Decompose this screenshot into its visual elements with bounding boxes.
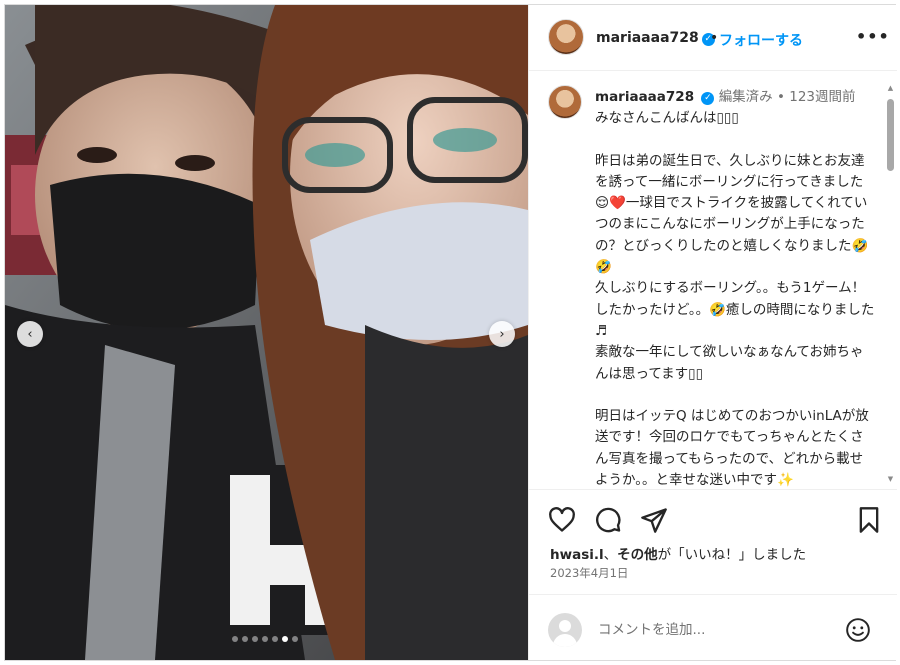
comment-input[interactable] xyxy=(598,622,828,638)
separator: • xyxy=(710,30,719,46)
carousel-dot xyxy=(262,636,268,642)
post-date[interactable]: 2023年4月1日 xyxy=(550,565,628,581)
scroll-up-icon[interactable]: ▲ xyxy=(886,84,895,92)
scroll-down-icon[interactable]: ▼ xyxy=(886,475,895,483)
action-bar: hwasi.l、その他が「いいね！」しました 2023年4月1日 xyxy=(529,489,897,657)
verified-badge-icon: ✓ xyxy=(701,92,715,105)
caption-section: mariaaaa728 ✓ 編集済み • 123週間前 みなさんこんばんは▯▯▯… xyxy=(529,71,897,489)
avatar[interactable] xyxy=(548,19,584,55)
carousel-dot xyxy=(252,636,258,642)
caption-scrollbar[interactable]: ▲ ▼ xyxy=(886,84,895,483)
separator: • xyxy=(776,89,785,105)
more-options-icon[interactable]: ••• xyxy=(856,27,890,46)
carousel-dot xyxy=(232,636,238,642)
heart-icon[interactable] xyxy=(548,506,576,534)
caption-meta: mariaaaa728 ✓ 編集済み • 123週間前 xyxy=(595,85,856,105)
likes-connector: 、 xyxy=(603,547,618,563)
share-icon[interactable] xyxy=(640,506,668,534)
post-photo[interactable]: ‹ › xyxy=(5,5,528,660)
carousel-indicator xyxy=(232,636,298,642)
carousel-dot xyxy=(272,636,278,642)
likes-summary: hwasi.l、その他が「いいね！」しました xyxy=(550,543,806,563)
username[interactable]: mariaaaa728 xyxy=(596,30,699,46)
emoji-icon[interactable] xyxy=(845,617,871,643)
post-dialog: ‹ › mariaaaa728 ✓ • フォローする ••• mariaaaa72 xyxy=(4,4,897,661)
avatar[interactable] xyxy=(548,85,582,119)
caption-text: みなさんこんばんは▯▯▯ 昨日は弟の誕生日で、久しぶりに妹とお友達を誘って一緒に… xyxy=(595,110,875,489)
comment-composer xyxy=(529,594,897,658)
follow-button[interactable]: フォローする xyxy=(719,30,803,50)
chevron-left-icon[interactable]: ‹ xyxy=(17,321,43,347)
bookmark-icon[interactable] xyxy=(855,506,883,534)
carousel-dot xyxy=(292,636,298,642)
carousel-dot xyxy=(242,636,248,642)
current-user-avatar xyxy=(548,613,582,647)
comment-icon[interactable] xyxy=(594,506,622,534)
edited-label: 編集済み xyxy=(718,89,773,105)
likes-others-link[interactable]: その他 xyxy=(617,547,658,563)
chevron-right-icon[interactable]: › xyxy=(489,321,515,347)
liker-username[interactable]: hwasi.l xyxy=(550,547,604,563)
post-timestamp[interactable]: 123週間前 xyxy=(789,89,855,105)
likes-text: が「いいね！」しました xyxy=(657,547,807,563)
caption-username[interactable]: mariaaaa728 xyxy=(595,89,694,105)
username-link[interactable]: mariaaaa728 ✓ xyxy=(596,30,715,46)
post-header: mariaaaa728 ✓ • フォローする ••• xyxy=(529,5,897,71)
selfie-image xyxy=(5,5,528,660)
scrollbar-thumb[interactable] xyxy=(887,99,894,171)
carousel-dot-active xyxy=(282,636,288,642)
post-side-panel: mariaaaa728 ✓ • フォローする ••• mariaaaa728 ✓ … xyxy=(528,5,897,660)
